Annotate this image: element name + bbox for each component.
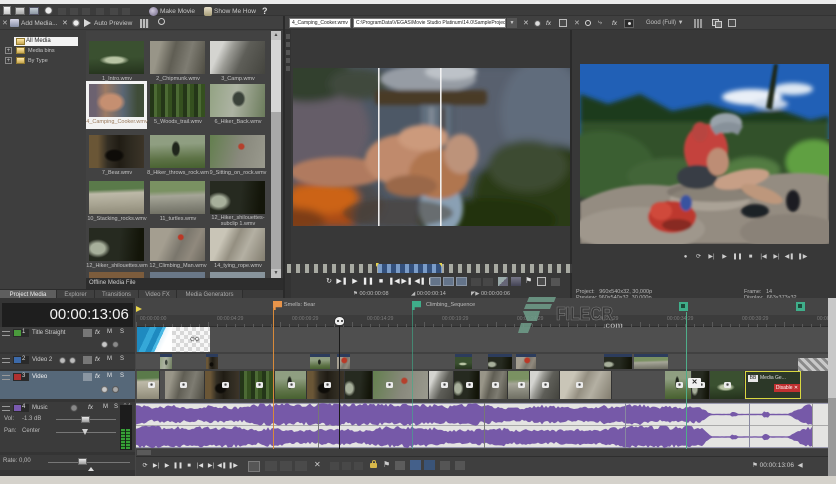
svg-text:.com: .com xyxy=(603,320,623,330)
